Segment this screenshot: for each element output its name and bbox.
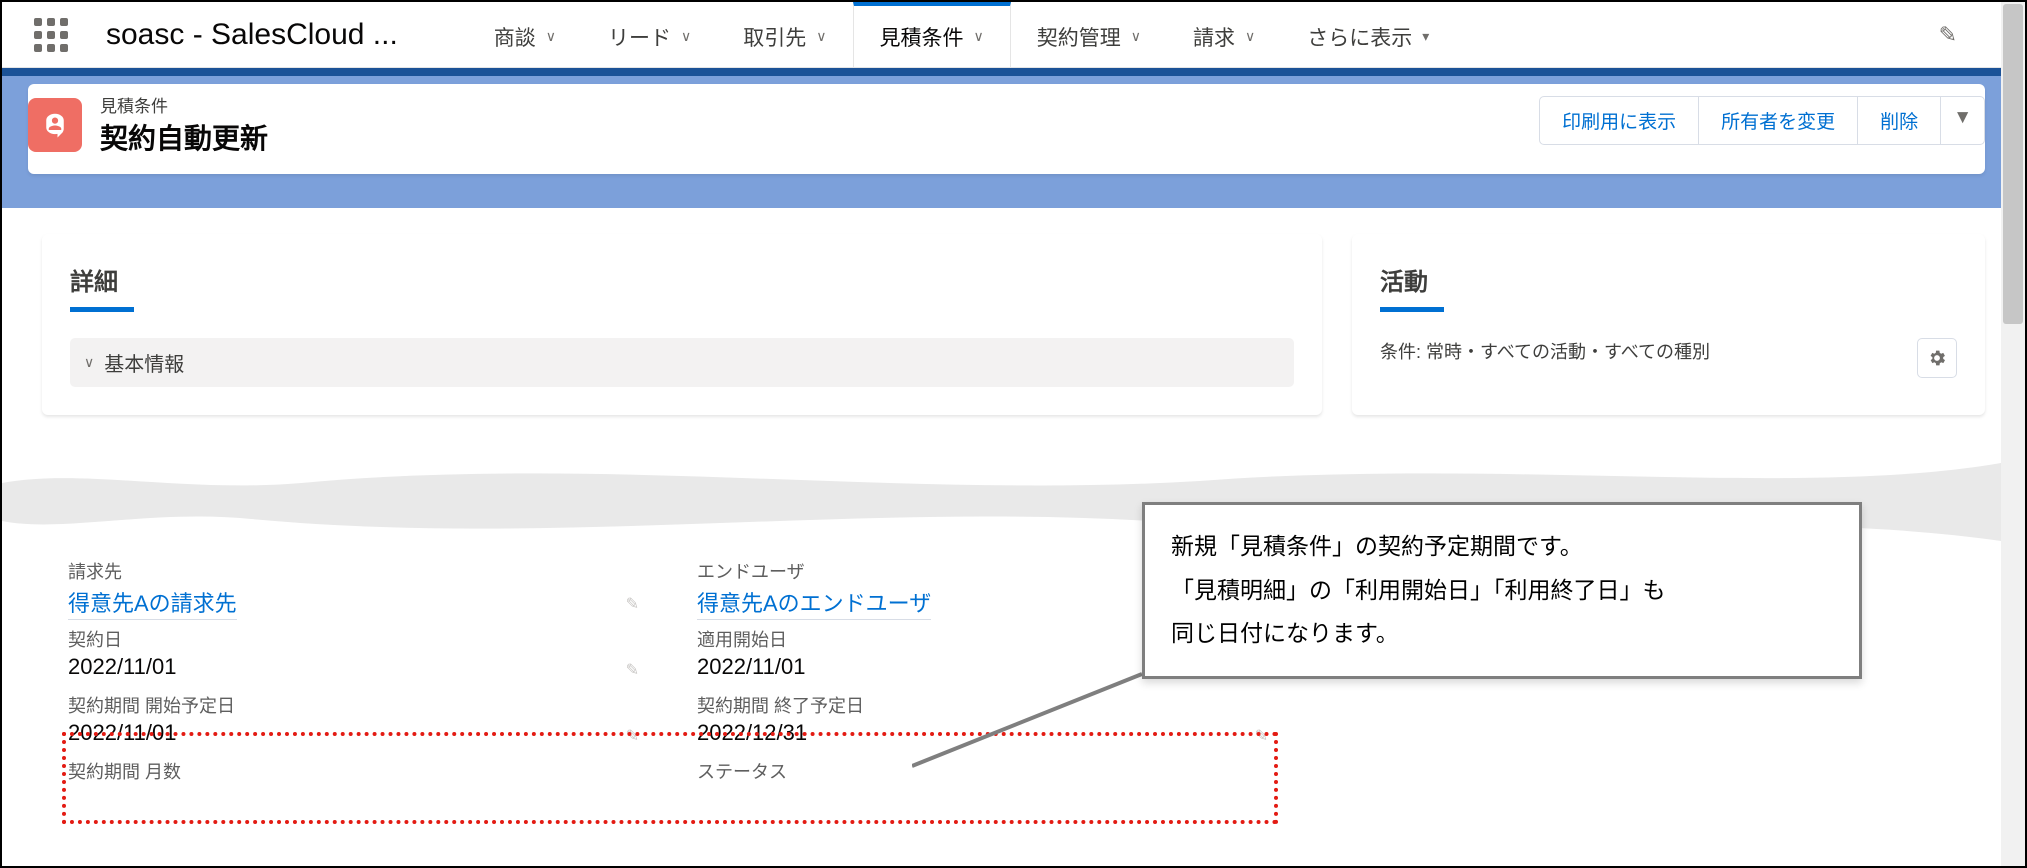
activity-card: 活動 条件: 常時・すべての活動・すべての種別 (1352, 234, 1985, 415)
nav-tab-label: 請求 (1193, 22, 1235, 52)
chevron-down-icon: ▾ (1422, 28, 1429, 45)
nav-tabs: 商談 ∨ リード ∨ 取引先 ∨ 見積条件 ∨ 契約管理 ∨ 請求 ∨ (468, 2, 1456, 67)
callout-line: 新規「見積条件」の契約予定期間です。 (1171, 525, 1833, 569)
field-status: ステータス (697, 758, 1286, 784)
field-value: 2022/11/01 (68, 652, 657, 686)
record-header-band: 見積条件 契約自動更新 印刷用に表示 所有者を変更 削除 ▼ (2, 68, 2025, 208)
chevron-down-icon: ∨ (1245, 28, 1255, 45)
nav-tab-opportunity[interactable]: 商談 ∨ (468, 2, 582, 67)
field-period-end: 契約期間 終了予定日 2022/12/31 ✎ (697, 692, 1286, 752)
app-name: soasc - SalesCloud ... (106, 18, 398, 52)
section-basic-info[interactable]: ∨ 基本情報 (70, 338, 1294, 387)
edit-nav-icon[interactable]: ✎ (1939, 22, 1957, 48)
chevron-down-icon: ∨ (1131, 28, 1141, 45)
chevron-down-icon: ∨ (681, 28, 691, 45)
edit-icon[interactable]: ✎ (626, 726, 639, 746)
app-launcher-icon[interactable] (30, 14, 72, 56)
nav-tab-label: リード (608, 22, 671, 52)
chevron-down-icon: ∨ (816, 28, 826, 45)
detail-tab-title[interactable]: 詳細 (70, 262, 1294, 307)
gear-icon[interactable] (1917, 338, 1957, 378)
field-value: 2022/11/01 (68, 718, 657, 752)
nav-tab-account[interactable]: 取引先 ∨ (717, 2, 852, 67)
record-object-label: 見積条件 (100, 92, 268, 117)
scrollbar[interactable] (2001, 2, 2025, 866)
nav-tab-label: 取引先 (743, 22, 806, 52)
nav-tab-label: 見積条件 (880, 22, 964, 52)
field-value: 2022/12/31 (697, 718, 1286, 752)
nav-tab-contract[interactable]: 契約管理 ∨ (1011, 2, 1167, 67)
field-value-link[interactable]: 得意先Aのエンドユーザ (697, 584, 931, 620)
nav-tab-more[interactable]: さらに表示 ▾ (1281, 2, 1455, 67)
edit-icon[interactable]: ✎ (1255, 726, 1268, 746)
field-billing: 請求先 得意先Aの請求先 ✎ (68, 558, 657, 620)
field-label: ステータス (697, 758, 1286, 784)
detail-card: 詳細 ∨ 基本情報 (42, 234, 1322, 415)
field-period-start: 契約期間 開始予定日 2022/11/01 ✎ (68, 692, 657, 752)
section-title: 基本情報 (104, 348, 184, 377)
scrollbar-thumb[interactable] (2003, 4, 2023, 324)
detail-fields: 請求先 得意先Aの請求先 ✎ 契約日 2022/11/01 ✎ 契約期間 開始予… (68, 558, 1326, 790)
field-label: 契約日 (68, 626, 657, 652)
chevron-down-icon: ∨ (546, 28, 556, 45)
field-label: 契約期間 終了予定日 (697, 692, 1286, 718)
record-icon (28, 98, 82, 152)
nav-tab-quote[interactable]: 見積条件 ∨ (853, 2, 1011, 67)
callout-line: 同じ日付になります。 (1171, 612, 1833, 656)
change-owner-button[interactable]: 所有者を変更 (1699, 96, 1858, 145)
record-header: 見積条件 契約自動更新 (28, 92, 268, 157)
global-nav: soasc - SalesCloud ... 商談 ∨ リード ∨ 取引先 ∨ … (2, 2, 2025, 68)
record-actions: 印刷用に表示 所有者を変更 削除 ▼ (1539, 96, 1985, 145)
field-contract-date: 契約日 2022/11/01 ✎ (68, 626, 657, 686)
edit-icon[interactable]: ✎ (626, 660, 639, 680)
activity-tab-title[interactable]: 活動 (1380, 262, 1957, 307)
record-name: 契約自動更新 (100, 117, 268, 157)
delete-button[interactable]: 削除 (1858, 96, 1941, 145)
nav-tab-label: 商談 (494, 22, 536, 52)
nav-tab-label: さらに表示 (1307, 22, 1412, 52)
nav-tab-label: 契約管理 (1037, 22, 1121, 52)
edit-icon[interactable]: ✎ (626, 594, 639, 614)
activity-filter-text: 条件: 常時・すべての活動・すべての種別 (1380, 338, 1907, 364)
content-area: 詳細 ∨ 基本情報 活動 条件: 常時・すべての活動・すべての種別 (2, 194, 2025, 415)
field-value-link[interactable]: 得意先Aの請求先 (68, 584, 237, 620)
field-label: 契約期間 開始予定日 (68, 692, 657, 718)
field-label: 契約期間 月数 (68, 758, 657, 784)
annotation-callout: 新規「見積条件」の契約予定期間です。 「見積明細」の「利用開始日」「利用終了日」… (1142, 502, 1862, 679)
field-period-months: 契約期間 月数 (68, 758, 657, 784)
nav-tab-billing[interactable]: 請求 ∨ (1167, 2, 1281, 67)
chevron-down-icon: ∨ (974, 28, 984, 45)
print-button[interactable]: 印刷用に表示 (1539, 96, 1699, 145)
field-label: 請求先 (68, 558, 657, 584)
nav-tab-lead[interactable]: リード ∨ (582, 2, 717, 67)
callout-line: 「見積明細」の「利用開始日」「利用終了日」も (1171, 569, 1833, 613)
chevron-down-icon: ∨ (84, 354, 94, 371)
more-actions-button[interactable]: ▼ (1941, 96, 1985, 145)
